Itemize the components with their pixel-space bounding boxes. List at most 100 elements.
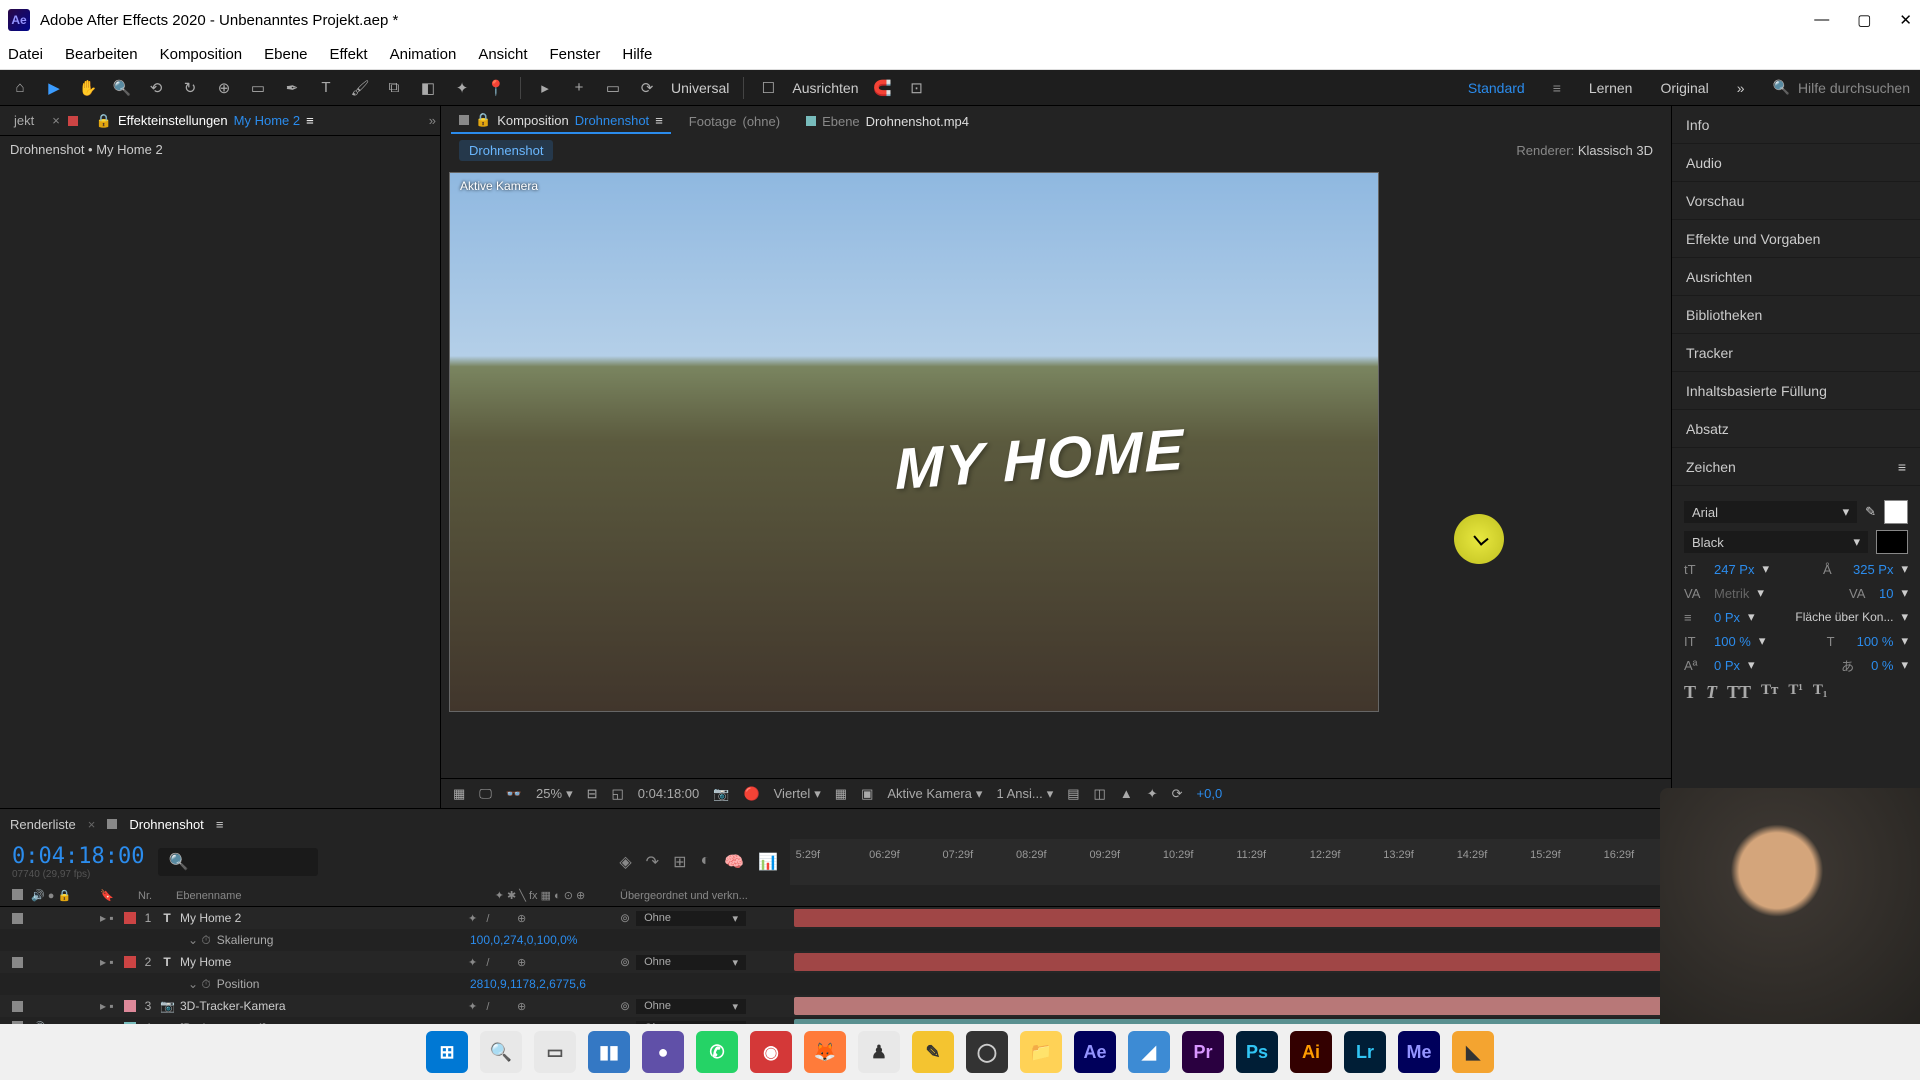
tl-graph-editor-icon[interactable]: 📊 — [758, 852, 778, 872]
transparency-icon[interactable]: ▦ — [835, 786, 847, 802]
mask-icon[interactable]: 👓 — [506, 786, 522, 802]
magnet-icon[interactable]: 🧲 — [873, 78, 893, 98]
text-tool-icon[interactable]: T — [316, 78, 336, 98]
stroke-option-dropdown[interactable]: Fläche über Kon... — [1795, 610, 1893, 624]
layer-row[interactable]: ▸ ▪3📷 3D-Tracker-Kamera✦ / ⊕⊚Ohne▾ — [0, 995, 1920, 1017]
safe-icon[interactable]: ▣ — [861, 786, 873, 802]
zoom-tool-icon[interactable]: 🔍 — [112, 78, 132, 98]
menu-animation[interactable]: Animation — [390, 46, 457, 63]
hand-tool-icon[interactable]: ✋ — [78, 78, 98, 98]
puppet-tool-icon[interactable]: 📍 — [486, 78, 506, 98]
leading-input[interactable]: 325 Px — [1853, 562, 1893, 577]
viewer-layer-tab[interactable]: Ebene Drohnenshot.mp4 — [798, 110, 977, 133]
eyedropper-icon[interactable]: ✎ — [1865, 504, 1876, 520]
menu-bearbeiten[interactable]: Bearbeiten — [65, 46, 138, 63]
taskbar-app[interactable]: ◉ — [750, 1031, 792, 1073]
stroke-width-input[interactable]: 0 Px — [1714, 610, 1740, 625]
panel-effekte-und-vorgaben[interactable]: Effekte und Vorgaben — [1672, 220, 1920, 258]
panel-overflow-icon[interactable]: » — [429, 113, 436, 128]
composition-canvas[interactable]: Aktive Kamera MY HOME — [449, 172, 1379, 712]
snapping-label[interactable]: Universal — [671, 80, 729, 96]
viewer-comp-tab[interactable]: 🔒 Komposition Drohnenshot ≡ — [451, 108, 671, 134]
italic-button[interactable]: T — [1706, 682, 1717, 703]
vf-icon-1[interactable]: ▤ — [1067, 786, 1079, 802]
vf-icon-5[interactable]: ⟳ — [1172, 786, 1183, 802]
superscript-button[interactable]: T¹ — [1788, 682, 1803, 703]
eraser-tool-icon[interactable]: ◧ — [418, 78, 438, 98]
smallcaps-button[interactable]: Tᴛ — [1761, 682, 1778, 703]
font-family-dropdown[interactable]: Arial▾ — [1684, 501, 1857, 523]
snapshot-icon[interactable]: 📷 — [713, 786, 729, 802]
timeline-comp-tab[interactable]: Drohnenshot — [129, 817, 203, 832]
panel-ausrichten[interactable]: Ausrichten — [1672, 258, 1920, 296]
stroke-swatch[interactable] — [1876, 530, 1908, 554]
panel-inhaltsbasierte-füllung[interactable]: Inhaltsbasierte Füllung — [1672, 372, 1920, 410]
viewer-timecode[interactable]: 0:04:18:00 — [638, 786, 699, 801]
workspace-lernen[interactable]: Lernen — [1589, 80, 1633, 96]
taskbar-app[interactable]: 🔍 — [480, 1031, 522, 1073]
resolution-dropdown[interactable]: Viertel ▾ — [774, 786, 821, 802]
panel-menu-icon[interactable]: ≡ — [1898, 459, 1906, 475]
taskbar-app[interactable]: ✆ — [696, 1031, 738, 1073]
menu-fenster[interactable]: Fenster — [550, 46, 601, 63]
orbit-tool-icon[interactable]: ⟲ — [146, 78, 166, 98]
vf-icon-3[interactable]: ▲ — [1120, 786, 1133, 801]
panel-audio[interactable]: Audio — [1672, 144, 1920, 182]
timeline-search-input[interactable]: 🔍 — [158, 848, 318, 876]
add-icon[interactable]: + — [569, 78, 589, 98]
taskbar-app[interactable]: Lr — [1344, 1031, 1386, 1073]
taskbar-app[interactable]: ◣ — [1452, 1031, 1494, 1073]
roi-icon[interactable]: ◱ — [612, 786, 624, 802]
property-row[interactable]: ⌄ ⏱ Skalierung100,0,274,0,100,0% — [0, 929, 1920, 951]
taskbar-app[interactable]: Ps — [1236, 1031, 1278, 1073]
channels-icon[interactable]: 🔴 — [743, 786, 759, 802]
render-queue-tab[interactable]: Renderliste — [10, 817, 76, 832]
view-dropdown[interactable]: Aktive Kamera ▾ — [887, 786, 982, 802]
panel-info[interactable]: Info — [1672, 106, 1920, 144]
vf-icon-4[interactable]: ✦ — [1147, 786, 1158, 802]
hscale-input[interactable]: 100 % — [1857, 634, 1894, 649]
viewer-footage-tab[interactable]: Footage (ohne) — [681, 110, 788, 133]
box-icon[interactable]: ▭ — [603, 78, 623, 98]
panel-vorschau[interactable]: Vorschau — [1672, 182, 1920, 220]
workspace-standard[interactable]: Standard — [1468, 80, 1525, 96]
menu-hilfe[interactable]: Hilfe — [622, 46, 652, 63]
subscript-button[interactable]: T₁ — [1813, 682, 1828, 703]
panel-bibliotheken[interactable]: Bibliotheken — [1672, 296, 1920, 334]
menu-effekt[interactable]: Effekt — [330, 46, 368, 63]
tsume-input[interactable]: 0 % — [1871, 658, 1893, 673]
maximize-button[interactable]: ▢ — [1857, 11, 1871, 29]
cycle-icon[interactable]: ⟳ — [637, 78, 657, 98]
property-row[interactable]: ⌄ ⏱ Position2810,9,1178,2,6775,6 — [0, 973, 1920, 995]
taskbar-app[interactable]: Ae — [1074, 1031, 1116, 1073]
rect-tool-icon[interactable]: ▭ — [248, 78, 268, 98]
allcaps-button[interactable]: TT — [1727, 682, 1751, 703]
brush-tool-icon[interactable]: 🖌 — [350, 78, 370, 98]
bold-button[interactable]: T — [1684, 682, 1696, 703]
taskbar-app[interactable]: ✎ — [912, 1031, 954, 1073]
taskbar-app[interactable]: 📁 — [1020, 1031, 1062, 1073]
comp-name-badge[interactable]: Drohnenshot — [459, 140, 553, 161]
taskbar-app[interactable]: ▭ — [534, 1031, 576, 1073]
taskbar-app[interactable]: Pr — [1182, 1031, 1224, 1073]
menu-ansicht[interactable]: Ansicht — [478, 46, 527, 63]
baseline-input[interactable]: 0 Px — [1714, 658, 1740, 673]
panel-absatz[interactable]: Absatz — [1672, 410, 1920, 448]
layer-row[interactable]: ▸ ▪2T My Home✦ / ⊕⊚Ohne▾ — [0, 951, 1920, 973]
font-style-dropdown[interactable]: Black▾ — [1684, 531, 1868, 553]
alpha-icon[interactable]: ▦ — [453, 786, 465, 802]
taskbar-app[interactable]: Me — [1398, 1031, 1440, 1073]
rotate-tool-icon[interactable]: ↻ — [180, 78, 200, 98]
tl-frame-blend-icon[interactable]: ⊞ — [673, 852, 686, 872]
taskbar-app[interactable]: ♟ — [858, 1031, 900, 1073]
renderer-dropdown[interactable]: Klassisch 3D — [1578, 143, 1653, 158]
menu-komposition[interactable]: Komposition — [160, 46, 243, 63]
menu-datei[interactable]: Datei — [8, 46, 43, 63]
taskbar-app[interactable]: 🦊 — [804, 1031, 846, 1073]
align-check-icon[interactable]: ☐ — [758, 78, 778, 98]
res-auto-icon[interactable]: ⊟ — [587, 786, 598, 802]
fill-swatch[interactable] — [1884, 500, 1908, 524]
play-icon[interactable]: ▸ — [535, 78, 555, 98]
views-dropdown[interactable]: 1 Ansi... ▾ — [996, 786, 1053, 802]
effect-controls-tab[interactable]: 🔒 Effekteinstellungen My Home 2 ≡ — [86, 109, 324, 133]
